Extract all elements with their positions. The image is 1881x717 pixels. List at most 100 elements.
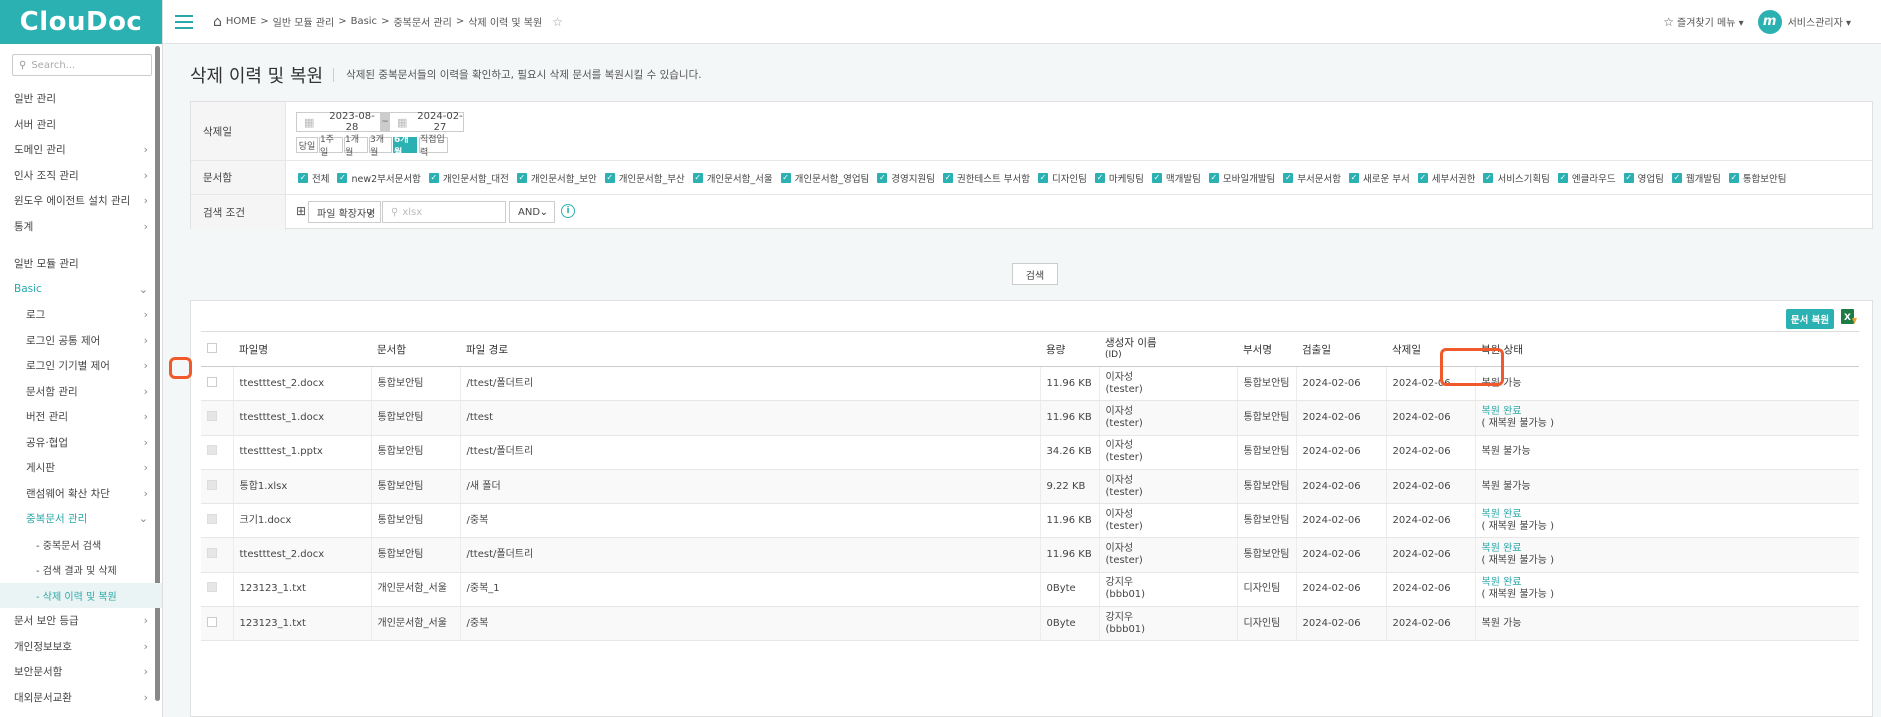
cloudoc-logo[interactable]: ClouDoc — [0, 0, 162, 44]
condition-field-select[interactable]: 파일 확장자명 ⌄ — [308, 201, 381, 223]
sidebar-item-4[interactable]: 윈도우 에이전트 설치 관리 › — [0, 188, 162, 214]
avatar[interactable]: m — [1757, 9, 1782, 34]
cell-docbox: 통합보안팀 — [371, 366, 461, 402]
sidebar-item-0[interactable]: 일반 관리 — [0, 86, 162, 112]
sidebar-subitem-3[interactable]: 문서함 관리 › — [0, 379, 162, 405]
sidebar-item-5[interactable]: 통계 › — [0, 214, 162, 240]
table-row[interactable]: ttestttest_2.docx 통합보안팀/ttest/폴더트리 11.96 K… — [201, 537, 1859, 573]
breadcrumb-general-module[interactable]: 일반 모듈 관리 — [273, 14, 335, 29]
col-docbox: 문서함 — [371, 331, 460, 367]
docbox-checkbox-3[interactable]: ✓ 개인문서함_보안 — [516, 171, 597, 185]
restore-document-button[interactable]: 문서 복원 — [1786, 309, 1834, 329]
sidebar-tail-0[interactable]: 문서 보안 등급 › — [0, 608, 162, 634]
sidebar-dup-child-0[interactable]: - 중복문서 검색 — [0, 532, 162, 558]
docbox-checkbox-20[interactable]: ✓ 통합보안팀 — [1728, 171, 1787, 185]
docbox-checkbox-12[interactable]: ✓ 모바일개발팀 — [1208, 171, 1275, 185]
row-checkbox[interactable] — [207, 616, 217, 627]
period-button-0[interactable]: 당일 — [296, 137, 318, 153]
docbox-checkbox-18[interactable]: ✓ 영업팀 — [1623, 171, 1664, 185]
sidebar-subitem-4[interactable]: 버전 관리 › — [0, 404, 162, 430]
period-button-2[interactable]: 1개월 — [344, 135, 368, 158]
check-icon: ✓ — [1671, 173, 1682, 183]
docbox-checkbox-13[interactable]: ✓ 부서문서함 — [1283, 171, 1341, 185]
sidebar-item-3[interactable]: 인사 조직 관리 › — [0, 163, 162, 189]
docbox-checkbox-15[interactable]: ✓ 세부서권한 — [1417, 171, 1475, 185]
period-button-5[interactable]: 직접입력 — [419, 135, 448, 158]
user-menu[interactable]: 서비스관리자 ▾ — [1788, 14, 1851, 29]
cell-deleted: 2024-02-06 — [1386, 606, 1476, 642]
search-icon: ⚲ — [391, 206, 399, 218]
breadcrumb-duplicate-docs[interactable]: 중복문서 관리 — [393, 14, 451, 29]
add-condition-icon[interactable]: ⊞ — [296, 204, 306, 218]
table-row[interactable]: ttestttest_1.pptx 통합보안팀/ttest/폴더트리 34.26 K… — [201, 435, 1859, 470]
home-icon[interactable]: ⌂ — [213, 14, 222, 30]
docbox-checkbox-9[interactable]: ✓ 디자인팀 — [1037, 171, 1087, 185]
docbox-checkbox-16[interactable]: ✓ 서비스기획팀 — [1483, 171, 1550, 185]
condition-value-input[interactable]: ⚲ xlsx — [382, 201, 506, 223]
docbox-checkbox-5[interactable]: ✓ 개인문서함_서울 — [692, 171, 773, 185]
cell-detected: 2024-02-06 — [1296, 503, 1387, 539]
date-filter-row: 삭제일 ▦ 2023-08-28 ~ ▦ 2024-02-27 당일 1주일 1개월… — [191, 102, 1872, 161]
check-icon: ✓ — [1283, 173, 1294, 183]
docbox-checkbox-2[interactable]: ✓ 개인문서함_대전 — [428, 171, 509, 185]
sidebar-tail-3[interactable]: 대외문서교환 › — [0, 685, 162, 711]
cell-detected: 2024-02-06 — [1296, 366, 1387, 402]
results-panel: 문서 복원 X 파일명 문서함 파일 경로 용량 생성자 이름 (ID) 부서명 … — [190, 300, 1873, 717]
sidebar-tail-1[interactable]: 개인정보보호 › — [0, 634, 162, 660]
period-button-1[interactable]: 1주일 — [319, 135, 343, 158]
sidebar-item-duplicate-docs[interactable]: 중복문서 관리 ⌄ — [0, 506, 162, 532]
docbox-checkbox-7[interactable]: ✓ 경영지원팀 — [877, 171, 935, 185]
sidebar-subitem-1[interactable]: 로그인 공통 제어 › — [0, 328, 162, 354]
docbox-checkbox-4[interactable]: ✓ 개인문서함_부산 — [604, 171, 685, 185]
sidebar-search-input[interactable]: ⚲ Search... — [12, 54, 152, 76]
menu-toggle-icon[interactable] — [175, 14, 193, 29]
sidebar-menu: 일반 관리 서버 관리 도메인 관리 › 인사 조직 관리 › 윈도우 에이전트 설치 관리… — [0, 86, 162, 710]
cell-docbox: 통합보안팀 — [371, 503, 461, 539]
table-row[interactable]: ttestttest_1.docx 통합보안팀/ttest 11.96 KB 이자성(… — [201, 400, 1859, 436]
docbox-checkbox-0[interactable]: ✓ 전체 — [298, 171, 329, 185]
chevron-right-icon: › — [143, 333, 148, 347]
sidebar-item-basic[interactable]: Basic ⌄ — [0, 277, 162, 303]
period-button-4[interactable]: 6개월 — [393, 135, 417, 158]
cell-detected: 2024-02-06 — [1296, 435, 1387, 470]
top-bar: ⌂ HOME > 일반 모듈 관리 > Basic > 중복문서 관리 > 삭제 이력 … — [163, 0, 1881, 44]
check-icon: ✓ — [1151, 173, 1162, 183]
docbox-checkbox-1[interactable]: ✓ new2부서문서함 — [337, 171, 421, 185]
row-checkbox — [207, 582, 217, 593]
table-row[interactable]: ttestttest_2.docx 통합보안팀/ttest/폴더트리 11.96 K… — [201, 366, 1859, 402]
condition-operator-select[interactable]: AND ⌄ — [509, 201, 555, 223]
breadcrumb-basic[interactable]: Basic — [351, 16, 377, 27]
sidebar-dup-child-1[interactable]: - 검색 결과 및 삭제 — [0, 557, 162, 583]
date-from-input[interactable]: ▦ 2023-08-28 — [296, 111, 381, 133]
favorites-menu[interactable]: ☆ 즐겨찾기 메뉴 ▾ — [1663, 14, 1743, 30]
sidebar-dup-child-2[interactable]: - 삭제 이력 및 복원 — [0, 582, 162, 608]
sidebar-subitem-2[interactable]: 로그인 기기별 제어 › — [0, 353, 162, 379]
sidebar-subitem-7[interactable]: 랜섬웨어 확산 차단 › — [0, 481, 162, 507]
docbox-checkbox-10[interactable]: ✓ 마케팅팀 — [1094, 171, 1144, 185]
date-to-input[interactable]: ▦ 2024-02-27 — [389, 111, 464, 133]
select-all-checkbox[interactable] — [207, 342, 217, 353]
sidebar-subitem-6[interactable]: 게시판 › — [0, 455, 162, 481]
sidebar-subitem-0[interactable]: 로그 › — [0, 302, 162, 328]
breadcrumb-home[interactable]: HOME — [226, 16, 256, 27]
search-button[interactable]: 검색 — [1012, 263, 1058, 285]
docbox-checkbox-11[interactable]: ✓ 맥개발팀 — [1151, 171, 1201, 185]
sidebar-tail-2[interactable]: 보안문서함 › — [0, 659, 162, 685]
table-row[interactable]: 통합1.xlsx 통합보안팀/새 폴더 9.22 KB 이자성 (tester) 통합보안… — [201, 469, 1859, 505]
info-icon[interactable]: i — [561, 204, 575, 218]
period-button-3[interactable]: 3개월 — [369, 135, 392, 158]
row-checkbox[interactable] — [207, 376, 217, 387]
docbox-checkbox-6[interactable]: ✓ 개인문서함_영업팀 — [780, 171, 869, 185]
sidebar-item-2[interactable]: 도메인 관리 › — [0, 137, 162, 163]
table-row[interactable]: 크기1.docx 통합보안팀/중복 11.96 KB 이자성 (tester) 통합보안팀… — [201, 503, 1859, 539]
docbox-checkbox-8[interactable]: ✓ 권한테스트 부서함 — [943, 171, 1030, 185]
excel-download-icon[interactable]: X — [1840, 308, 1858, 326]
table-row[interactable]: 123123_1.txt 개인문서함_서울/중복 0Byte 강지우 (bbb01) 디자… — [201, 606, 1859, 642]
sidebar-subitem-5[interactable]: 공유·협업 › — [0, 430, 162, 456]
docbox-checkbox-19[interactable]: ✓ 웹개발팀 — [1671, 171, 1721, 185]
table-row[interactable]: 123123_1.txt 개인문서함_서울/중복_1 0Byte 강지우 (bbb01)… — [201, 572, 1859, 608]
sidebar-item-1[interactable]: 서버 관리 — [0, 112, 162, 138]
favorite-star-icon[interactable]: ☆ — [552, 15, 563, 29]
docbox-checkbox-17[interactable]: ✓ 엔클라우드 — [1557, 171, 1616, 185]
docbox-checkbox-14[interactable]: ✓ 새로운 부서 — [1349, 171, 1410, 185]
